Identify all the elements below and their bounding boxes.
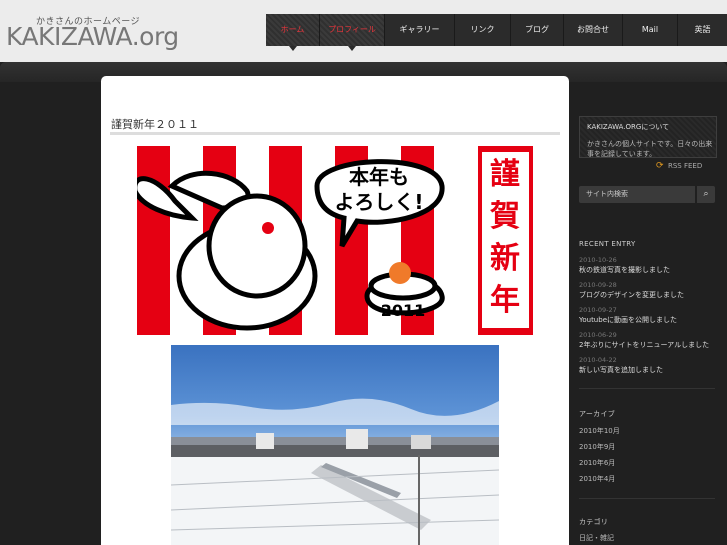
- divider: [579, 388, 715, 389]
- nav-item-blog[interactable]: ブログ: [511, 14, 564, 46]
- nav-label: Mail: [641, 25, 659, 34]
- vertical-char: 謹: [490, 157, 520, 192]
- entry-link[interactable]: 秋の鉄道写真を撮影しました: [579, 265, 670, 275]
- rss-icon: ⟳: [656, 161, 664, 171]
- category-link[interactable]: 日記・雑記: [579, 533, 614, 543]
- nav-item-profile[interactable]: プロフィール: [320, 14, 385, 51]
- search-input[interactable]: サイト内検索: [579, 186, 695, 203]
- bubble-line1: 本年も: [349, 165, 409, 189]
- entry-date: 2010-04-22: [579, 356, 617, 364]
- year-text: 2011: [381, 301, 426, 320]
- entry-date: 2010-09-28: [579, 281, 617, 289]
- nav-label: リンク: [470, 25, 495, 34]
- header: かきさんのホームページ KAKIZAWA.org ホーム プロフィール ギャラリ…: [0, 0, 727, 62]
- nav-item-contact[interactable]: お問合せ: [564, 14, 623, 46]
- nav-item-home[interactable]: ホーム: [266, 14, 320, 51]
- nav-label: プロフィール: [328, 25, 376, 34]
- divider: [579, 498, 715, 499]
- entry-date: 2010-09-27: [579, 306, 617, 314]
- nav-pointer: [288, 46, 297, 51]
- about-title: KAKIZAWA.ORGについて: [587, 123, 670, 131]
- title-divider: [110, 132, 560, 135]
- bubble-line2: よろしく!: [334, 190, 423, 214]
- nav-item-mail[interactable]: Mail: [623, 14, 678, 46]
- nav-label: 英語: [694, 25, 711, 34]
- archive-link[interactable]: 2010年9月: [579, 442, 615, 452]
- vertical-char: 年: [490, 283, 520, 318]
- nav-label: ホーム: [280, 25, 305, 34]
- nav-pointer: [348, 46, 356, 51]
- recent-title: RECENT ENTRY: [579, 240, 636, 248]
- nav-label: ブログ: [525, 25, 549, 34]
- vertical-char: 新: [490, 241, 520, 276]
- about-desc: かきさんの個人サイトです。日々の出来事を記録しています。: [587, 140, 713, 158]
- nav-label: ギャラリー: [399, 25, 440, 34]
- archive-link[interactable]: 2010年6月: [579, 458, 615, 468]
- main-nav: ホーム プロフィール ギャラリー リンク ブログ お問合せ Mail 英語: [266, 14, 727, 51]
- nav-item-gallery[interactable]: ギャラリー: [385, 14, 455, 46]
- logo-text: KAKIZAWA.org: [6, 22, 179, 51]
- about-box: KAKIZAWA.ORGについて かきさんの個人サイトです。日々の出来事を記録し…: [579, 116, 717, 158]
- archive-link[interactable]: 2010年4月: [579, 474, 615, 484]
- entry-link[interactable]: Youtubeに動画を公開しました: [579, 315, 677, 325]
- search-icon: ⌕: [703, 189, 709, 199]
- site-logo[interactable]: かきさんのホームページ KAKIZAWA.org: [6, 14, 179, 54]
- nav-item-english[interactable]: 英語: [678, 14, 727, 46]
- vertical-char: 賀: [490, 199, 520, 234]
- rabbit-illustration: 2011 本年も よろしく! 謹 賀 新 年: [137, 152, 529, 331]
- rss-link[interactable]: ⟳ RSS FEED: [656, 161, 703, 171]
- entry-date: 2010-10-26: [579, 256, 617, 264]
- entry-link[interactable]: 2年ぶりにサイトをリニューアルしました: [579, 340, 709, 350]
- nav-item-links[interactable]: リンク: [455, 14, 511, 46]
- post-title[interactable]: 謹賀新年２０１１: [111, 116, 199, 132]
- nav-label: お問合せ: [577, 25, 609, 34]
- search-button[interactable]: ⌕: [697, 186, 715, 203]
- entry-date: 2010-06-29: [579, 331, 617, 339]
- snow-landscape: [171, 398, 499, 545]
- new-year-card-image: 2011 本年も よろしく! 謹 賀 新 年: [137, 146, 533, 335]
- search-form: サイト内検索 ⌕: [579, 186, 715, 203]
- archive-link[interactable]: 2010年10月: [579, 426, 620, 436]
- rss-label: RSS FEED: [668, 162, 703, 170]
- entry-link[interactable]: 新しい写真を追加しました: [579, 365, 663, 375]
- main-content: 謹賀新年２０１１ 2011 本年も よろしく! 謹 賀 新 年: [101, 76, 569, 545]
- snow-train-photo: [171, 345, 499, 545]
- archive-title: アーカイブ: [579, 410, 616, 418]
- entry-link[interactable]: ブログのデザインを変更しました: [579, 290, 684, 300]
- category-title: カテゴリ: [579, 518, 609, 526]
